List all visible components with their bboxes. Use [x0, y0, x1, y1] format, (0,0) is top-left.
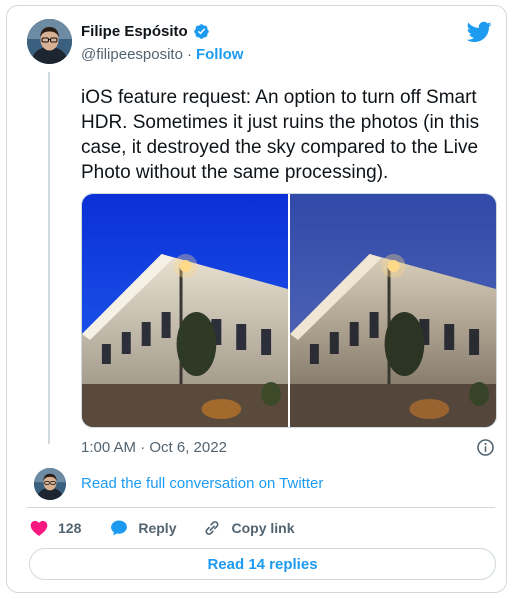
copy-link-label: Copy link: [231, 520, 295, 536]
author-name-row: Filipe Espósito: [81, 23, 210, 40]
tweet-embed-card: Filipe Espósito @filipeesposito · Follow…: [6, 5, 507, 593]
like-count: 128: [58, 520, 82, 536]
like-button[interactable]: 128: [29, 518, 81, 538]
copy-link-icon: [206, 521, 219, 535]
tweet-timestamp[interactable]: 1:00 AM · Oct 6, 2022: [81, 439, 227, 456]
thread-line: [48, 72, 50, 444]
author-handle-row: @filipeesposito · Follow: [81, 46, 243, 63]
read-conversation-link[interactable]: Read the full conversation on Twitter: [81, 475, 323, 492]
photo-smart-hdr[interactable]: [82, 194, 288, 427]
conversation-avatar[interactable]: [34, 468, 66, 500]
author-avatar[interactable]: [27, 19, 72, 64]
author-display-name[interactable]: Filipe Espósito: [81, 23, 188, 40]
follow-button[interactable]: Follow: [196, 46, 244, 63]
verified-badge-icon: [193, 24, 209, 39]
reply-label: Reply: [138, 520, 177, 536]
tweet-text: iOS feature request: An option to turn o…: [81, 87, 480, 183]
reply-button[interactable]: Reply: [109, 518, 176, 538]
tweet-actions: 128 Reply Copy link: [29, 518, 295, 538]
twitter-bird-icon[interactable]: [467, 21, 492, 43]
handle-separator: ·: [186, 46, 192, 63]
tweet-media[interactable]: [81, 193, 497, 428]
divider: [27, 507, 495, 508]
read-replies-button[interactable]: Read 14 replies: [29, 548, 496, 580]
reply-bubble-icon: [111, 520, 128, 536]
author-handle[interactable]: @filipeesposito: [81, 46, 183, 63]
copy-link-button[interactable]: Copy link: [202, 518, 295, 538]
tweet-meta-row: 1:00 AM · Oct 6, 2022: [81, 438, 495, 457]
photo-live[interactable]: [290, 194, 496, 427]
info-icon[interactable]: [476, 438, 495, 457]
heart-icon: [30, 520, 48, 536]
